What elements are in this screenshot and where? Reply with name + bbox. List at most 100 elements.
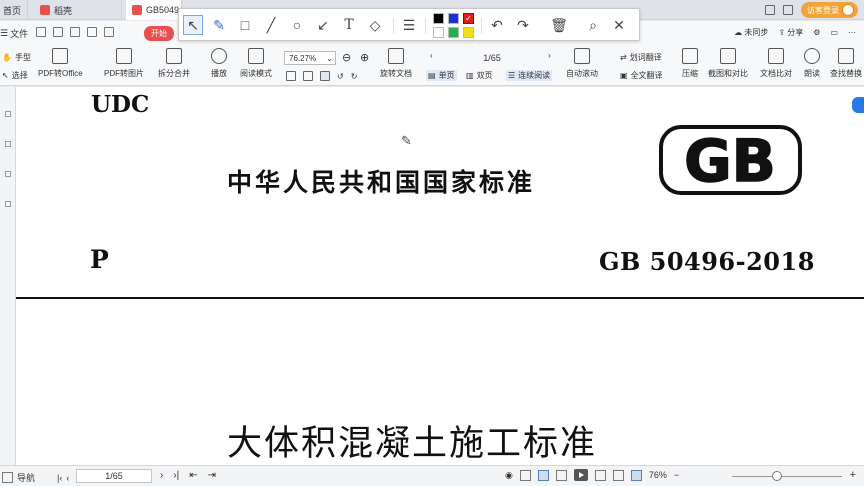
- zoom-out-icon[interactable]: −: [674, 470, 679, 480]
- last-page-icon[interactable]: ›|: [173, 470, 179, 481]
- start-tab-button[interactable]: 开始: [144, 26, 174, 41]
- open-icon[interactable]: [53, 27, 63, 37]
- thumbnail-icon[interactable]: [4, 111, 11, 117]
- double-page-button[interactable]: ▥ 双页: [466, 70, 493, 81]
- search-icon[interactable]: [4, 201, 11, 207]
- split-merge-icon: [166, 48, 182, 64]
- fit-width-icon[interactable]: [630, 469, 642, 481]
- page-number-value: 1/65: [105, 471, 123, 481]
- comment-icon[interactable]: ▭: [830, 28, 838, 37]
- line-tool-icon[interactable]: ╱: [261, 15, 281, 35]
- arrow-tool-icon[interactable]: ↙: [313, 15, 333, 35]
- forward-icon[interactable]: ⇥: [208, 470, 216, 481]
- file-menu[interactable]: ☰ 文件: [0, 27, 28, 40]
- play-icon[interactable]: [573, 469, 588, 481]
- read-mode-button[interactable]: 阅读模式: [240, 48, 272, 79]
- tab-document[interactable]: GB5049: [126, 0, 182, 20]
- page-number-input[interactable]: 1/65: [76, 469, 152, 483]
- actual-size-icon[interactable]: [286, 71, 296, 81]
- annotation-list-icon[interactable]: [4, 171, 11, 177]
- compress-button[interactable]: 压缩: [682, 48, 698, 79]
- print-icon[interactable]: [70, 27, 80, 37]
- close-icon[interactable]: ✕: [609, 15, 629, 35]
- single-page-button[interactable]: ▤ 单页: [426, 70, 457, 81]
- zoom-percent[interactable]: 76%: [649, 470, 667, 480]
- auto-scroll-button[interactable]: 自动滚动: [566, 48, 598, 79]
- pointer-tool-icon[interactable]: ↖: [183, 15, 203, 35]
- rectangle-tool-icon[interactable]: □: [235, 15, 255, 35]
- redo-icon[interactable]: ↷: [513, 15, 533, 35]
- tab-home[interactable]: 首页: [0, 0, 28, 20]
- tab-docer[interactable]: 稻壳: [34, 0, 122, 20]
- rotate-right-icon[interactable]: ↻: [351, 72, 358, 81]
- prev-page-icon[interactable]: ‹: [430, 51, 433, 60]
- next-page-icon[interactable]: ›: [548, 51, 551, 60]
- fit-width-icon[interactable]: [320, 71, 330, 81]
- zoom-select[interactable]: 76.27% ⌄: [284, 51, 336, 65]
- color-swatch[interactable]: [448, 13, 459, 24]
- zoom-in-icon[interactable]: +: [850, 469, 856, 481]
- read-aloud-button[interactable]: 朗读: [804, 48, 820, 79]
- find-replace-button[interactable]: 查找替换: [830, 48, 862, 79]
- fit-page-icon[interactable]: [303, 71, 313, 81]
- redo-icon[interactable]: [104, 27, 114, 37]
- delete-icon[interactable]: 🗑: [549, 15, 569, 35]
- double-view-icon[interactable]: [555, 469, 567, 481]
- color-swatch[interactable]: [463, 27, 474, 38]
- sync-status[interactable]: ☁ 未同步: [734, 27, 768, 38]
- document-title: 大体积混凝土施工标准: [227, 424, 598, 464]
- grid-icon[interactable]: [783, 5, 793, 15]
- eye-protect-icon[interactable]: ◉: [505, 470, 513, 481]
- split-merge-button[interactable]: 拆分合并: [158, 48, 190, 79]
- zoom-out-icon[interactable]: ⊖: [342, 51, 351, 64]
- doc-compare-label: 文档比对: [760, 69, 792, 78]
- crop-compare-button[interactable]: 截图和对比: [708, 48, 748, 79]
- eraser-tool-icon[interactable]: ◇: [365, 15, 385, 35]
- pdf-to-image-button[interactable]: PDF转图片: [104, 48, 144, 79]
- first-page-icon[interactable]: |‹: [57, 473, 62, 483]
- translate-full-icon: ▣: [620, 71, 628, 80]
- play-button[interactable]: 播放: [211, 48, 227, 79]
- compare-icon: [768, 48, 784, 64]
- stroke-width-icon[interactable]: ☰: [399, 15, 419, 35]
- fit-page-icon[interactable]: [612, 469, 624, 481]
- undo-icon[interactable]: ↶: [487, 15, 507, 35]
- color-swatch[interactable]: [448, 27, 459, 38]
- hand-tool[interactable]: ✋ 手型: [2, 52, 31, 63]
- bookmark-icon[interactable]: [4, 141, 11, 147]
- zoom-slider[interactable]: [732, 476, 842, 477]
- color-swatch[interactable]: ✓: [463, 13, 474, 24]
- prev-page-icon[interactable]: ‹: [66, 473, 69, 483]
- color-swatch[interactable]: [433, 27, 444, 38]
- save-icon[interactable]: [36, 27, 46, 37]
- zoom-in-icon[interactable]: ⊕: [360, 51, 369, 64]
- pen-tool-icon[interactable]: ✎: [209, 15, 229, 35]
- text-tool-icon[interactable]: T: [339, 15, 359, 35]
- doc-compare-button[interactable]: 文档比对: [760, 48, 792, 79]
- actual-size-icon[interactable]: [594, 469, 606, 481]
- next-page-icon[interactable]: ›: [160, 470, 163, 481]
- login-button[interactable]: 访客登录: [801, 2, 858, 18]
- undo-icon[interactable]: [87, 27, 97, 37]
- share-button[interactable]: ⇪ 分享: [778, 27, 803, 38]
- translate-selection-button[interactable]: ⇄ 划词翻译: [620, 52, 662, 63]
- select-tool[interactable]: ↖ 选择: [2, 70, 28, 81]
- more-icon[interactable]: ⋯: [848, 28, 856, 37]
- continuous-read-button[interactable]: ☰ 连续阅读: [506, 70, 553, 81]
- rotate-doc-button[interactable]: 旋转文档: [380, 48, 412, 79]
- page-indicator[interactable]: 1/65: [440, 51, 544, 65]
- fit-icon[interactable]: [519, 469, 531, 481]
- navigation-toggle[interactable]: 导航 |‹ ‹: [0, 471, 69, 484]
- back-icon[interactable]: ⇤: [189, 470, 197, 481]
- layout-icon[interactable]: [765, 5, 775, 15]
- zoom-slider-knob[interactable]: [772, 471, 782, 481]
- translate-full-button[interactable]: ▣ 全文翻译: [620, 70, 663, 81]
- ellipse-tool-icon[interactable]: ○: [287, 15, 307, 35]
- rotate-left-icon[interactable]: ↺: [337, 72, 344, 81]
- single-view-icon[interactable]: [537, 469, 549, 481]
- settings-icon[interactable]: ⚙: [813, 28, 820, 37]
- pdf-to-office-button[interactable]: PDF转Office: [38, 48, 83, 79]
- color-swatch[interactable]: [433, 13, 444, 24]
- zoom-search-icon[interactable]: ⌕: [583, 15, 603, 35]
- side-assistant-icon[interactable]: [852, 97, 864, 113]
